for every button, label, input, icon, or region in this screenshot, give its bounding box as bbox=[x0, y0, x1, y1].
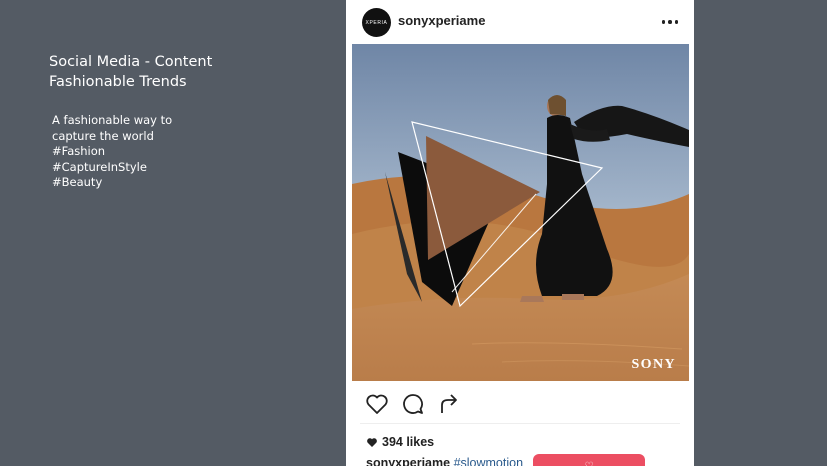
slide-title: Social Media - Content Fashionable Trend… bbox=[49, 52, 212, 92]
post-caption: sonyxperiame #slowmotion bbox=[366, 456, 523, 466]
caption-username[interactable]: sonyxperiame bbox=[366, 456, 450, 466]
post-photo[interactable]: SONY bbox=[352, 44, 689, 381]
likes-row[interactable]: 394 likes bbox=[366, 435, 434, 449]
heart-icon: ♡ bbox=[584, 460, 594, 466]
hashtag-line: #Beauty bbox=[52, 175, 103, 190]
post-header: XPERIA sonyxperiame bbox=[346, 0, 694, 44]
post-actions bbox=[365, 393, 485, 417]
sony-watermark: SONY bbox=[631, 357, 676, 372]
heart-icon[interactable] bbox=[365, 393, 389, 415]
cta-button[interactable]: ♡ bbox=[533, 454, 645, 466]
heart-filled-icon bbox=[367, 437, 377, 447]
more-options-icon[interactable] bbox=[661, 20, 678, 24]
avatar-label: XPERIA bbox=[365, 19, 388, 26]
likes-count: 394 likes bbox=[382, 435, 435, 449]
comment-icon[interactable] bbox=[401, 393, 425, 415]
hashtag-line: #CaptureInStyle bbox=[52, 159, 147, 174]
description-line: A fashionable way to bbox=[52, 113, 173, 127]
instagram-post: XPERIA sonyxperiame SONY 394 likes sonyx… bbox=[346, 0, 694, 466]
avatar[interactable]: XPERIA bbox=[362, 8, 391, 37]
hashtag-line: #Fashion bbox=[52, 144, 106, 159]
desert-fashion-image bbox=[352, 44, 689, 381]
description-line: capture the world bbox=[52, 128, 154, 143]
divider bbox=[360, 423, 680, 424]
share-icon[interactable] bbox=[438, 393, 460, 415]
slide-title-line-1: Social Media - Content bbox=[49, 54, 213, 70]
caption-hashtag[interactable]: #slowmotion bbox=[454, 456, 523, 466]
slide-description: A fashionable way to capture the world #… bbox=[52, 113, 172, 191]
post-username[interactable]: sonyxperiame bbox=[398, 13, 485, 28]
slide-title-line-2: Fashionable Trends bbox=[49, 74, 187, 90]
